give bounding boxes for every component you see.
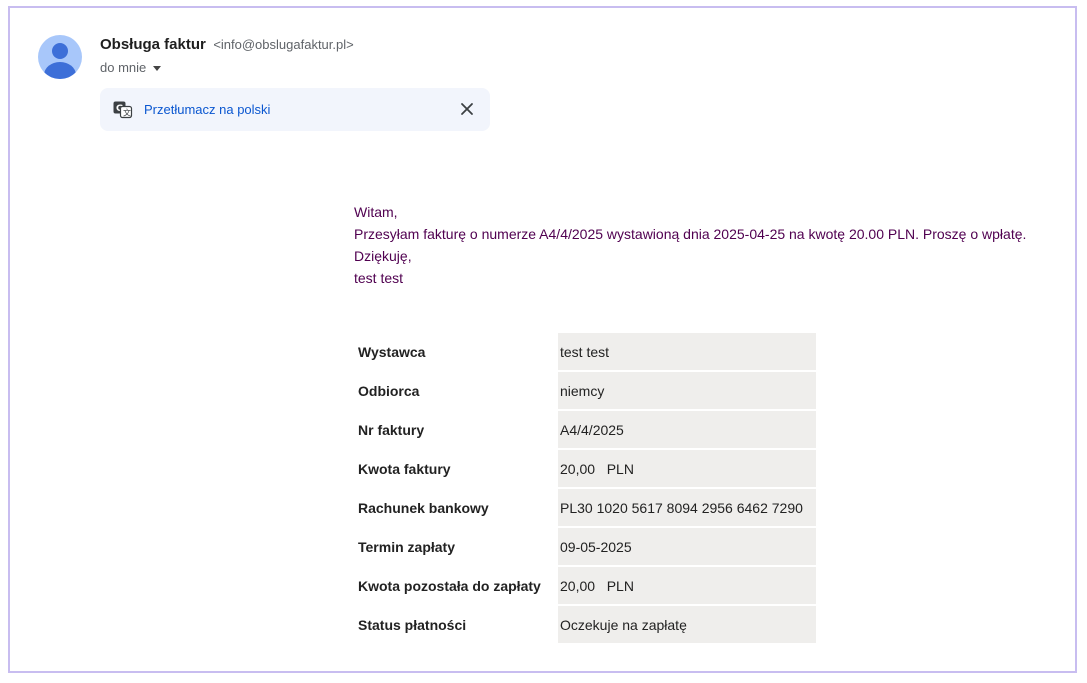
row-value-bank-account: PL30 1020 5617 8094 2956 6462 7290: [558, 489, 816, 526]
row-label-payment-status: Status płatności: [358, 616, 467, 633]
row-label-remaining-amount: Kwota pozostała do zapłaty: [358, 577, 541, 594]
close-icon[interactable]: [460, 102, 474, 121]
row-value-recipient: niemcy: [558, 372, 816, 409]
row-label-invoice-number: Nr faktury: [358, 421, 425, 438]
recipient-label: do mnie: [100, 60, 147, 75]
sender-name[interactable]: Obsługa faktur: [100, 36, 206, 53]
table-row: Rachunek bankowy PL30 1020 5617 8094 295…: [354, 489, 816, 526]
row-label-invoice-amount: Kwota faktury: [358, 460, 451, 477]
row-value-due-date: 09-05-2025: [558, 528, 816, 565]
table-row: Status płatności Oczekuje na zapłatę: [354, 606, 816, 643]
table-row: Odbiorca niemcy: [354, 372, 816, 409]
row-label-issuer: Wystawca: [358, 343, 426, 360]
row-label-recipient: Odbiorca: [358, 382, 420, 399]
svg-text:文: 文: [123, 108, 131, 118]
table-row: Nr faktury A4/4/2025: [354, 411, 816, 448]
row-value-remaining-amount: 20,00 PLN: [558, 567, 816, 604]
row-value-invoice-amount: 20,00 PLN: [558, 450, 816, 487]
message-line-thanks: Dziękuję,: [354, 248, 412, 264]
translate-bar: G 文 Przetłumacz na polski: [100, 88, 490, 131]
translate-icon: G 文: [113, 101, 133, 124]
row-value-issuer: test test: [558, 333, 816, 370]
translate-to-polish-link[interactable]: Przetłumacz na polski: [144, 102, 270, 117]
sender-email: <info@obslugafaktur.pl>: [213, 37, 354, 52]
table-row: Kwota pozostała do zapłaty 20,00 PLN: [354, 567, 816, 604]
message-line-invoice-info: Przesyłam fakturę o numerze A4/4/2025 wy…: [354, 226, 1027, 242]
message-body: Witam, Przesyłam fakturę o numerze A4/4/…: [354, 201, 1026, 289]
recipient-dropdown[interactable]: do mnie: [100, 60, 162, 75]
dropdown-arrow-icon[interactable]: [153, 66, 162, 71]
table-row: Termin zapłaty 09-05-2025: [354, 528, 816, 565]
invoice-details-table: Wystawca test test Odbiorca niemcy Nr fa…: [354, 331, 816, 645]
sender-avatar[interactable]: [38, 35, 82, 79]
message-line-greeting: Witam,: [354, 204, 398, 220]
row-value-payment-status: Oczekuje na zapłatę: [558, 606, 816, 643]
row-label-bank-account: Rachunek bankowy: [358, 499, 489, 516]
row-value-invoice-number: A4/4/2025: [558, 411, 816, 448]
table-row: Kwota faktury 20,00 PLN: [354, 450, 816, 487]
avatar-body-shape: [44, 62, 76, 79]
table-row: Wystawca test test: [354, 333, 816, 370]
message-line-signature: test test: [354, 270, 404, 286]
avatar-head-shape: [52, 43, 68, 59]
row-label-due-date: Termin zapłaty: [358, 538, 455, 555]
sender-line: Obsługa faktur <info@obslugafaktur.pl>: [100, 36, 354, 54]
